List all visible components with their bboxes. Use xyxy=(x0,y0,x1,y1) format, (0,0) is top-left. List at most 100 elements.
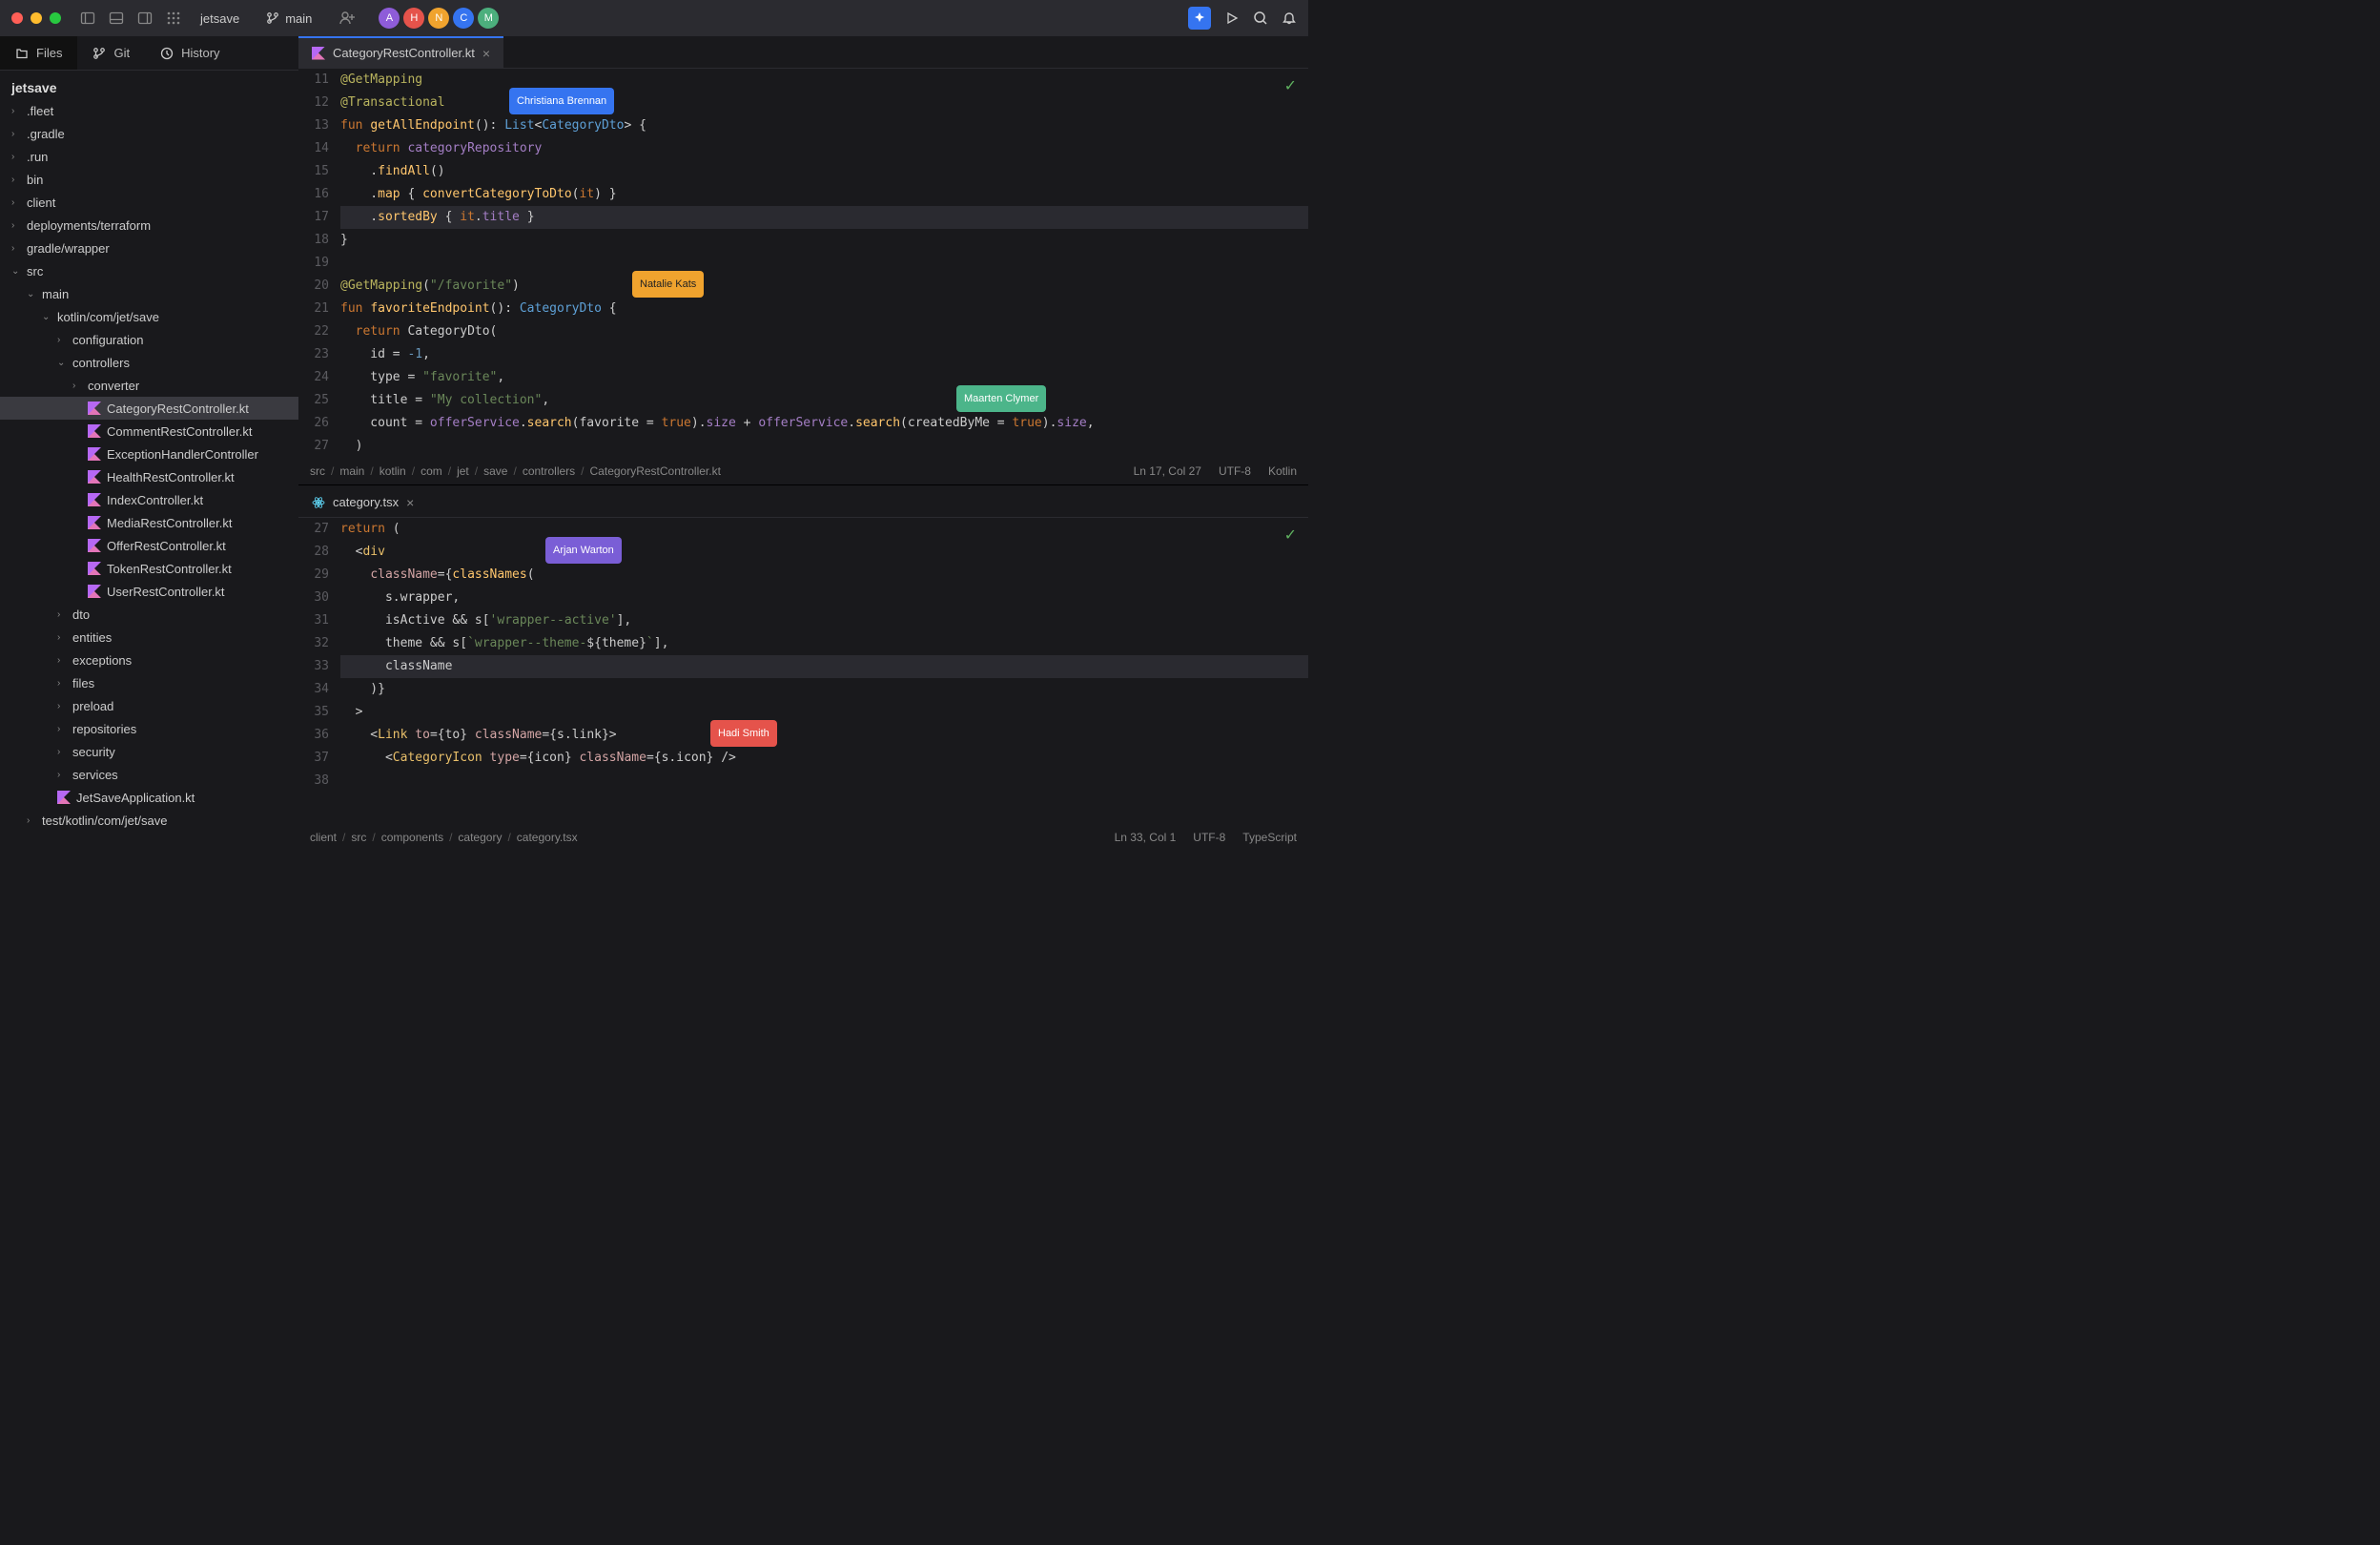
avatar[interactable]: H xyxy=(403,8,424,29)
folder-item[interactable]: ⌄controllers xyxy=(0,351,298,374)
tree-item-label: UserRestController.kt xyxy=(107,585,225,599)
run-icon[interactable] xyxy=(1224,10,1240,26)
breadcrumb-segment[interactable]: category.tsx xyxy=(517,831,578,844)
editor-pane-top: CategoryRestController.kt × ✓ 1112131415… xyxy=(298,36,1308,485)
file-encoding[interactable]: UTF-8 xyxy=(1193,831,1225,844)
project-root[interactable]: jetsave xyxy=(0,76,298,99)
breadcrumb[interactable]: client/src/components/category/category.… xyxy=(310,831,578,844)
file-item[interactable]: MediaRestController.kt xyxy=(0,511,298,534)
file-item[interactable]: TokenRestController.kt xyxy=(0,557,298,580)
folder-item[interactable]: ›files xyxy=(0,671,298,694)
search-icon[interactable] xyxy=(1253,10,1268,26)
folder-item[interactable]: ›exceptions xyxy=(0,649,298,671)
breadcrumb-segment[interactable]: src xyxy=(310,464,325,478)
breadcrumb-segment[interactable]: CategoryRestController.kt xyxy=(590,464,721,478)
ai-assist-button[interactable] xyxy=(1188,7,1211,30)
folder-item[interactable]: ›dto xyxy=(0,603,298,626)
editor-body-top[interactable]: ✓ 1112131415161718192021222324252627 @Ge… xyxy=(298,69,1308,458)
branch-selector[interactable]: main xyxy=(266,11,312,26)
sidebar-tab-files[interactable]: Files xyxy=(0,36,77,70)
cursor-position[interactable]: Ln 17, Col 27 xyxy=(1134,464,1201,478)
tree-item-label: bin xyxy=(27,173,43,187)
breadcrumb-segment[interactable]: controllers xyxy=(523,464,575,478)
file-item[interactable]: ExceptionHandlerController xyxy=(0,443,298,465)
file-item[interactable]: JetSaveApplication.kt xyxy=(0,786,298,809)
file-language[interactable]: TypeScript xyxy=(1242,831,1297,844)
file-item[interactable]: UserRestController.kt xyxy=(0,580,298,603)
editor-tab-tsx[interactable]: category.tsx × xyxy=(298,485,427,517)
sidebar-tab-history[interactable]: History xyxy=(145,36,235,70)
project-name[interactable]: jetsave xyxy=(200,11,239,26)
breadcrumb-segment[interactable]: save xyxy=(483,464,507,478)
close-window-button[interactable] xyxy=(11,12,23,24)
breadcrumb-segment[interactable]: main xyxy=(339,464,364,478)
file-item[interactable]: IndexController.kt xyxy=(0,488,298,511)
line-gutter: 1112131415161718192021222324252627 xyxy=(298,69,340,458)
tree-item-label: main xyxy=(42,287,69,301)
file-item[interactable]: CommentRestController.kt xyxy=(0,420,298,443)
breadcrumb-segment[interactable]: src xyxy=(351,831,366,844)
breadcrumb-segment[interactable]: jet xyxy=(457,464,469,478)
editor-tab-kotlin[interactable]: CategoryRestController.kt × xyxy=(298,36,503,68)
chevron-icon: › xyxy=(57,609,67,620)
folder-item[interactable]: ›security xyxy=(0,740,298,763)
sidebar-tab-git[interactable]: Git xyxy=(77,36,145,70)
add-collaborator-icon[interactable] xyxy=(339,10,356,27)
tree-item-label: entities xyxy=(72,630,112,645)
code-content[interactable]: @GetMapping@Transactionalfun getAllEndpo… xyxy=(340,69,1308,458)
folder-item[interactable]: ⌄main xyxy=(0,282,298,305)
breadcrumb-segment[interactable]: client xyxy=(310,831,337,844)
folder-item[interactable]: ›entities xyxy=(0,626,298,649)
avatar[interactable]: M xyxy=(478,8,499,29)
file-tree[interactable]: jetsave ›.fleet›.gradle›.run›bin›client›… xyxy=(0,71,298,851)
notifications-icon[interactable] xyxy=(1282,10,1297,26)
file-item[interactable]: CategoryRestController.kt xyxy=(0,397,298,420)
minimize-window-button[interactable] xyxy=(31,12,42,24)
collaborator-badge: Arjan Warton xyxy=(545,537,622,564)
tree-item-label: test/kotlin/com/jet/save xyxy=(42,814,168,828)
breadcrumb[interactable]: src/main/kotlin/com/jet/save/controllers… xyxy=(310,464,721,478)
breadcrumb-segment[interactable]: components xyxy=(381,831,443,844)
tree-item-label: CommentRestController.kt xyxy=(107,424,252,439)
close-tab-icon[interactable]: × xyxy=(482,46,490,61)
folder-item[interactable]: ›deployments/terraform xyxy=(0,214,298,237)
folder-item[interactable]: ›gradle/wrapper xyxy=(0,237,298,259)
chevron-icon: › xyxy=(72,381,82,391)
folder-item[interactable]: ›test/kotlin/com/jet/save xyxy=(0,809,298,832)
kotlin-file-icon xyxy=(57,791,71,804)
file-item[interactable]: OfferRestController.kt xyxy=(0,534,298,557)
bottom-panel-icon[interactable] xyxy=(109,10,124,26)
maximize-window-button[interactable] xyxy=(50,12,61,24)
file-encoding[interactable]: UTF-8 xyxy=(1219,464,1251,478)
folder-item[interactable]: ›client xyxy=(0,191,298,214)
folder-item[interactable]: ›.gradle xyxy=(0,122,298,145)
folder-item[interactable]: ›.run xyxy=(0,145,298,168)
close-tab-icon[interactable]: × xyxy=(406,495,414,510)
breadcrumb-segment[interactable]: com xyxy=(421,464,442,478)
breadcrumb-segment[interactable]: kotlin xyxy=(380,464,406,478)
folder-item[interactable]: ›.fleet xyxy=(0,99,298,122)
folder-item[interactable]: ›converter xyxy=(0,374,298,397)
breadcrumb-segment[interactable]: category xyxy=(458,831,502,844)
avatar[interactable]: C xyxy=(453,8,474,29)
folder-item[interactable]: ›services xyxy=(0,763,298,786)
editor-body-bottom[interactable]: ✓ 272829303132333435363738 return ( <div… xyxy=(298,518,1308,824)
cursor-position[interactable]: Ln 33, Col 1 xyxy=(1115,831,1177,844)
folder-item[interactable]: ⌄kotlin/com/jet/save xyxy=(0,305,298,328)
grid-icon[interactable] xyxy=(166,10,181,26)
folder-item[interactable]: ›bin xyxy=(0,168,298,191)
tree-item-label: security xyxy=(72,745,115,759)
folder-item[interactable]: ›configuration xyxy=(0,328,298,351)
file-language[interactable]: Kotlin xyxy=(1268,464,1297,478)
right-panel-icon[interactable] xyxy=(137,10,153,26)
file-item[interactable]: HealthRestController.kt xyxy=(0,465,298,488)
folder-item[interactable]: ⌄src xyxy=(0,259,298,282)
folder-item[interactable]: ›repositories xyxy=(0,717,298,740)
folder-item[interactable]: ›preload xyxy=(0,694,298,717)
left-panel-icon[interactable] xyxy=(80,10,95,26)
tree-item-label: configuration xyxy=(72,333,143,347)
kotlin-file-icon xyxy=(88,585,101,598)
avatar[interactable]: A xyxy=(379,8,400,29)
avatar[interactable]: N xyxy=(428,8,449,29)
code-content[interactable]: return ( <div className={classNames( s.w… xyxy=(340,518,1308,824)
